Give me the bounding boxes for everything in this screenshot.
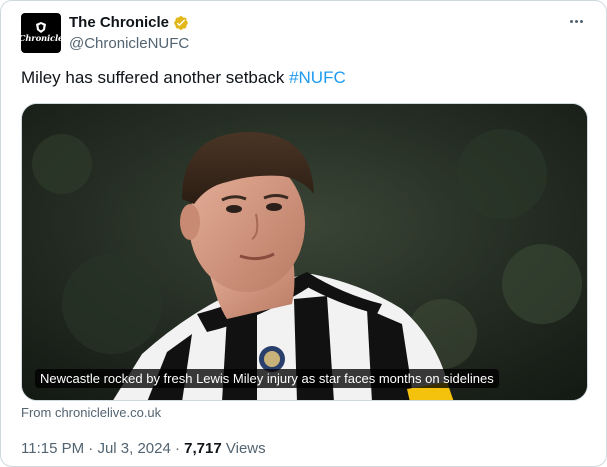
dot [569,19,573,23]
card-source-link[interactable]: From chroniclelive.co.uk [21,405,161,420]
tweet-time[interactable]: 11:15 PM [21,440,84,457]
tweet-date[interactable]: Jul 3, 2024 [97,440,170,457]
display-name-row[interactable]: The Chronicle [69,14,189,31]
views-label: Views [221,440,266,457]
display-name[interactable]: The Chronicle [69,14,169,31]
footballer-photo [22,104,587,400]
crest-icon [36,22,46,34]
tweet-meta: 11:15 PM · Jul 3, 2024 · 7,717 Views [21,440,266,457]
card-title[interactable]: Newcastle rocked by fresh Lewis Miley in… [35,369,499,388]
link-card[interactable]: Newcastle rocked by fresh Lewis Miley in… [21,103,588,401]
meta-separator: · [170,440,185,457]
tweet-body: Miley has suffered another setback [21,68,290,87]
tweet-card[interactable]: Chronicle The Chronicle @ChronicleNUFC M… [0,0,607,467]
avatar-logo-text: Chronicle [21,34,61,45]
account-handle[interactable]: @ChronicleNUFC [69,35,189,52]
hashtag-link[interactable]: #NUFC [289,68,346,87]
views-count[interactable]: 7,717 [184,440,222,457]
meta-separator: · [84,440,98,457]
verified-badge-icon[interactable] [173,15,189,31]
more-options-button[interactable] [564,11,588,31]
dot [574,19,578,23]
avatar[interactable]: Chronicle [21,13,61,53]
tweet-text: Miley has suffered another setback #NUFC [21,68,346,88]
dot [579,19,583,23]
